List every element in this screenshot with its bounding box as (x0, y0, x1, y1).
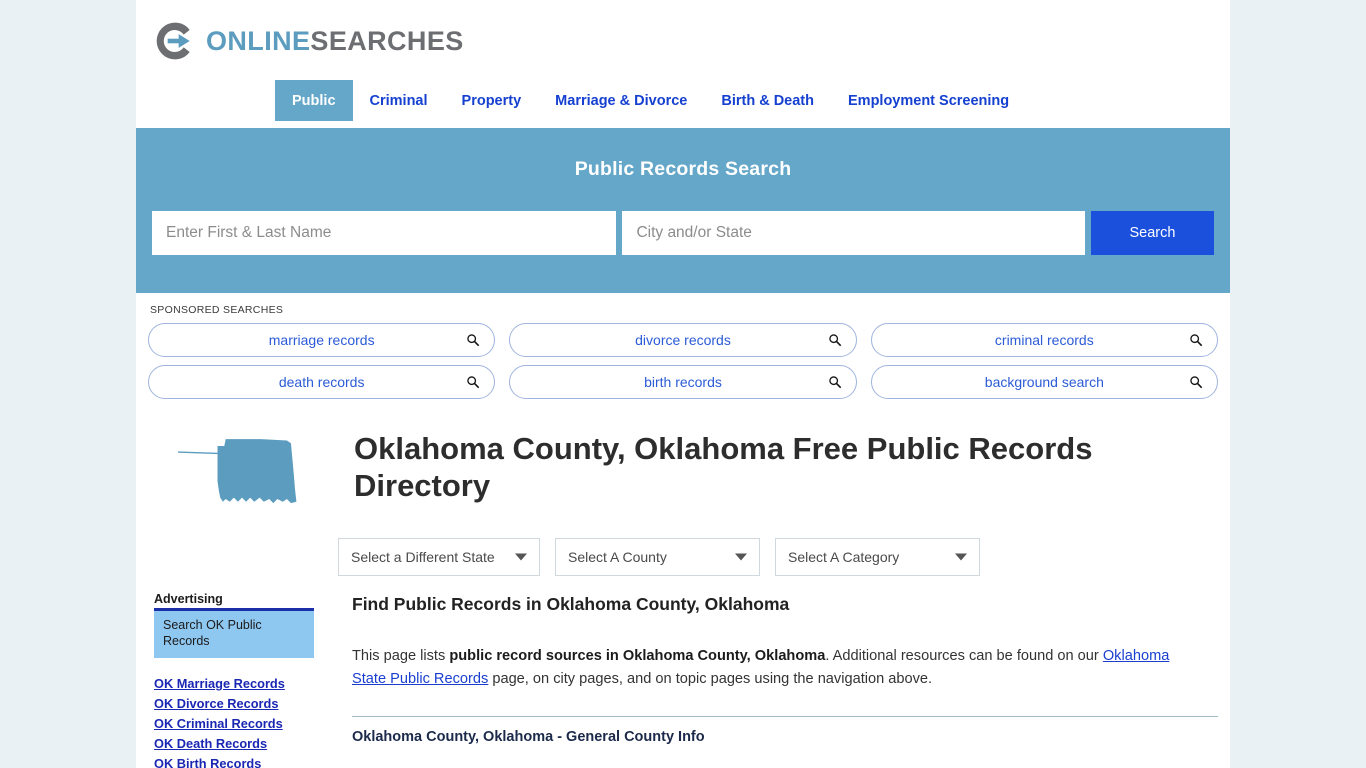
sidebar-link-ok-divorce-records[interactable]: OK Divorce Records (154, 694, 328, 714)
tab-employment-screening[interactable]: Employment Screening (831, 80, 1026, 121)
intro-paragraph: This page lists public record sources in… (352, 645, 1182, 690)
ad-box[interactable]: Search OK Public Records (154, 611, 314, 659)
sidebar-link-ok-marriage-records[interactable]: OK Marriage Records (154, 674, 328, 694)
select-county-label: Select A County (568, 549, 667, 565)
select-category[interactable]: Select A Category (775, 538, 980, 576)
sponsored-pill-label: criminal records (994, 332, 1094, 348)
public-records-search-banner: Public Records Search Search (136, 128, 1230, 293)
intro-tail: page, on city pages, and on topic pages … (488, 670, 933, 687)
logo-text-searches: SEARCHES (310, 25, 464, 56)
select-category-label: Select A Category (788, 549, 900, 565)
intro-bold: public record sources in Oklahoma County… (449, 648, 826, 664)
sponsored-pill-criminal-records[interactable]: criminal records (870, 323, 1218, 357)
tab-criminal[interactable]: Criminal (353, 80, 445, 121)
sponsored-row-1: marriage records divorce records crimina… (148, 323, 1218, 357)
sidebar: Advertising Search OK Public Records OK … (150, 592, 328, 768)
tab-birth-death[interactable]: Birth & Death (704, 80, 831, 121)
oklahoma-state-map-icon (178, 439, 297, 504)
sponsored-pill-birth-records[interactable]: birth records (509, 365, 857, 399)
select-county[interactable]: Select A County (555, 538, 760, 576)
filter-selects: Select a Different State Select A County… (338, 538, 1230, 576)
select-state[interactable]: Select a Different State (338, 538, 540, 576)
tab-public[interactable]: Public (275, 80, 353, 121)
site-logo[interactable]: ONLINESEARCHES (153, 18, 464, 64)
search-location-input[interactable] (622, 211, 1085, 255)
sidebar-link-ok-death-records[interactable]: OK Death Records (154, 734, 328, 754)
search-icon (467, 334, 480, 347)
select-state-label: Select a Different State (351, 549, 495, 565)
sponsored-row-2: death records birth records background s… (148, 365, 1218, 399)
search-banner-title: Public Records Search (574, 158, 792, 180)
content-shell: ONLINESEARCHES Public Criminal Property … (136, 0, 1230, 768)
page-root: ONLINESEARCHES Public Criminal Property … (0, 0, 1366, 768)
table-row[interactable]: Oklahoma County, Oklahoma - General Coun… (352, 729, 1218, 745)
sidebar-links: OK Marriage Records OK Divorce Records O… (154, 674, 328, 768)
page-hero: Oklahoma County, Oklahoma Free Public Re… (136, 407, 1230, 516)
main-navigation: Public Criminal Property Marriage & Divo… (136, 80, 1230, 128)
sidebar-link-ok-criminal-records[interactable]: OK Criminal Records (154, 714, 328, 734)
sponsored-pill-marriage-records[interactable]: marriage records (148, 323, 496, 357)
chevron-down-icon (735, 553, 747, 561)
sponsored-pill-label: birth records (644, 374, 722, 390)
records-table: Oklahoma County, Oklahoma - General Coun… (352, 716, 1218, 745)
intro-mid: . Additional resources can be found on o… (825, 648, 1103, 664)
tab-marriage-divorce[interactable]: Marriage & Divorce (538, 80, 704, 121)
section-heading: Find Public Records in Oklahoma County, … (352, 594, 790, 614)
page-title: Oklahoma County, Oklahoma Free Public Re… (354, 431, 1093, 503)
sponsored-pill-death-records[interactable]: death records (148, 365, 496, 399)
sponsored-pill-label: death records (278, 374, 365, 390)
intro-lead: This page lists (352, 648, 450, 664)
search-button[interactable]: Search (1090, 211, 1214, 255)
body-columns: Advertising Search OK Public Records OK … (136, 576, 1230, 768)
search-icon (1190, 334, 1203, 347)
sponsored-searches: SPONSORED SEARCHES marriage records divo… (136, 293, 1230, 399)
chevron-down-icon (955, 553, 967, 561)
tab-property[interactable]: Property (445, 80, 539, 121)
search-icon (828, 334, 841, 347)
sponsored-pill-divorce-records[interactable]: divorce records (509, 323, 857, 357)
circle-arrow-icon (156, 22, 190, 60)
sponsored-pill-label: divorce records (635, 332, 731, 348)
sponsored-pill-label: background search (984, 374, 1104, 390)
sponsored-pill-label: marriage records (268, 332, 375, 348)
search-name-input[interactable] (152, 211, 617, 255)
sponsored-searches-label: SPONSORED SEARCHES (150, 304, 284, 316)
search-icon (1190, 376, 1203, 389)
site-header: ONLINESEARCHES (136, 0, 1230, 80)
advertising-label: Advertising (154, 592, 223, 606)
search-icon (467, 376, 480, 389)
search-form: Search (152, 211, 1214, 255)
sidebar-link-ok-birth-records[interactable]: OK Birth Records (154, 754, 328, 768)
chevron-down-icon (515, 553, 527, 561)
ad-box-text: Search OK Public Records (163, 618, 262, 648)
search-icon (828, 376, 841, 389)
sponsored-pill-background-search[interactable]: background search (870, 365, 1218, 399)
logo-text-online: ONLINE (206, 25, 311, 56)
main-column: Find Public Records in Oklahoma County, … (352, 592, 1218, 768)
